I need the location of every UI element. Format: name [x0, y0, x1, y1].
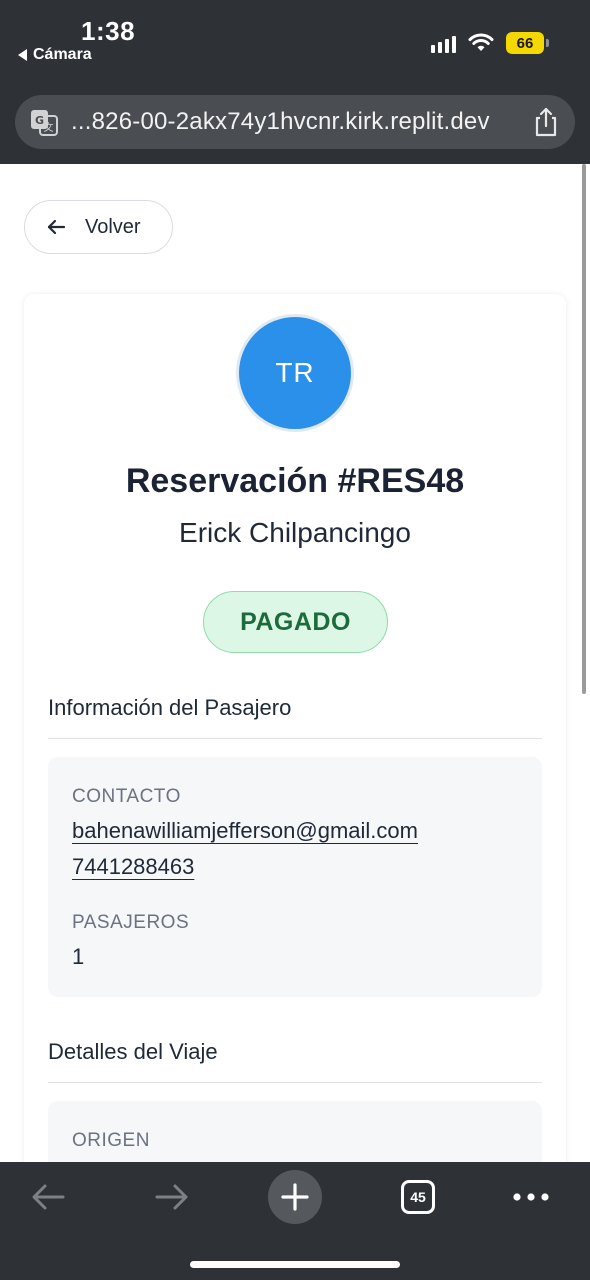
- arrow-left-icon: [47, 219, 66, 235]
- passengers-label: PASAJEROS: [72, 912, 190, 933]
- nav-back-button[interactable]: [28, 1170, 68, 1224]
- address-bar[interactable]: G 文 ...826-00-2akx74y1hvcnr.kirk.replit.…: [15, 95, 575, 149]
- phone-link[interactable]: 7441288463: [72, 854, 194, 880]
- back-button[interactable]: Volver: [24, 200, 173, 254]
- passenger-info-box: CONTACTO bahenawilliamjefferson@gmail.co…: [48, 757, 542, 997]
- phone-screen: 1:38 Cámara 66 G 文 ...826-00-2akx74y1hvc…: [0, 0, 590, 1280]
- home-indicator: [190, 1261, 400, 1268]
- browser-address-area: G 文 ...826-00-2akx74y1hvcnr.kirk.replit.…: [0, 86, 590, 164]
- section-divider: [48, 1082, 542, 1083]
- customer-name: Erick Chilpancingo: [179, 517, 411, 548]
- status-time: 1:38: [81, 16, 136, 46]
- page-content: Volver TR Reservación #RES48 Erick Chilp…: [0, 164, 590, 1162]
- url-text[interactable]: ...826-00-2akx74y1hvcnr.kirk.replit.dev: [71, 108, 523, 136]
- browser-toolbar: 45: [0, 1162, 590, 1280]
- status-indicators: 66: [431, 32, 549, 54]
- passenger-section-title: Información del Pasajero: [48, 695, 292, 720]
- origin-label: ORIGEN: [72, 1130, 150, 1151]
- translate-icon[interactable]: G 文: [29, 107, 59, 137]
- contact-label: CONTACTO: [72, 786, 181, 807]
- nav-forward-button[interactable]: [152, 1170, 192, 1224]
- passengers-value: 1: [72, 944, 85, 969]
- page-scrollbar[interactable]: [582, 164, 586, 694]
- trip-info-box: ORIGEN: [48, 1101, 542, 1162]
- back-button-label: Volver: [85, 215, 141, 238]
- status-badge: PAGADO: [203, 591, 388, 653]
- arrow-forward-icon: [155, 1184, 188, 1210]
- back-to-app-link[interactable]: Cámara: [18, 46, 92, 64]
- new-tab-button[interactable]: [268, 1170, 322, 1224]
- email-link[interactable]: bahenawilliamjefferson@gmail.com: [72, 818, 418, 844]
- tabs-button[interactable]: 45: [398, 1170, 438, 1224]
- status-bar: 1:38 Cámara 66: [0, 0, 590, 86]
- svg-text:文: 文: [44, 121, 54, 134]
- back-triangle-icon: [18, 49, 27, 61]
- reservation-card: TR Reservación #RES48 Erick Chilpancingo…: [24, 294, 566, 1162]
- share-icon[interactable]: [531, 106, 561, 138]
- plus-icon: [281, 1183, 309, 1211]
- more-menu-button[interactable]: [510, 1170, 552, 1224]
- back-app-label: Cámara: [33, 46, 92, 63]
- avatar: TR: [236, 314, 354, 432]
- arrow-back-icon: [32, 1184, 65, 1210]
- tab-count: 45: [401, 1180, 435, 1214]
- more-dots-icon: [513, 1193, 549, 1201]
- trip-section-title: Detalles del Viaje: [48, 1039, 218, 1064]
- page-title: Reservación #RES48: [125, 462, 465, 500]
- battery-icon: 66: [506, 32, 549, 54]
- section-divider: [48, 738, 542, 739]
- cellular-signal-icon: [431, 33, 456, 53]
- wifi-icon: [468, 33, 494, 51]
